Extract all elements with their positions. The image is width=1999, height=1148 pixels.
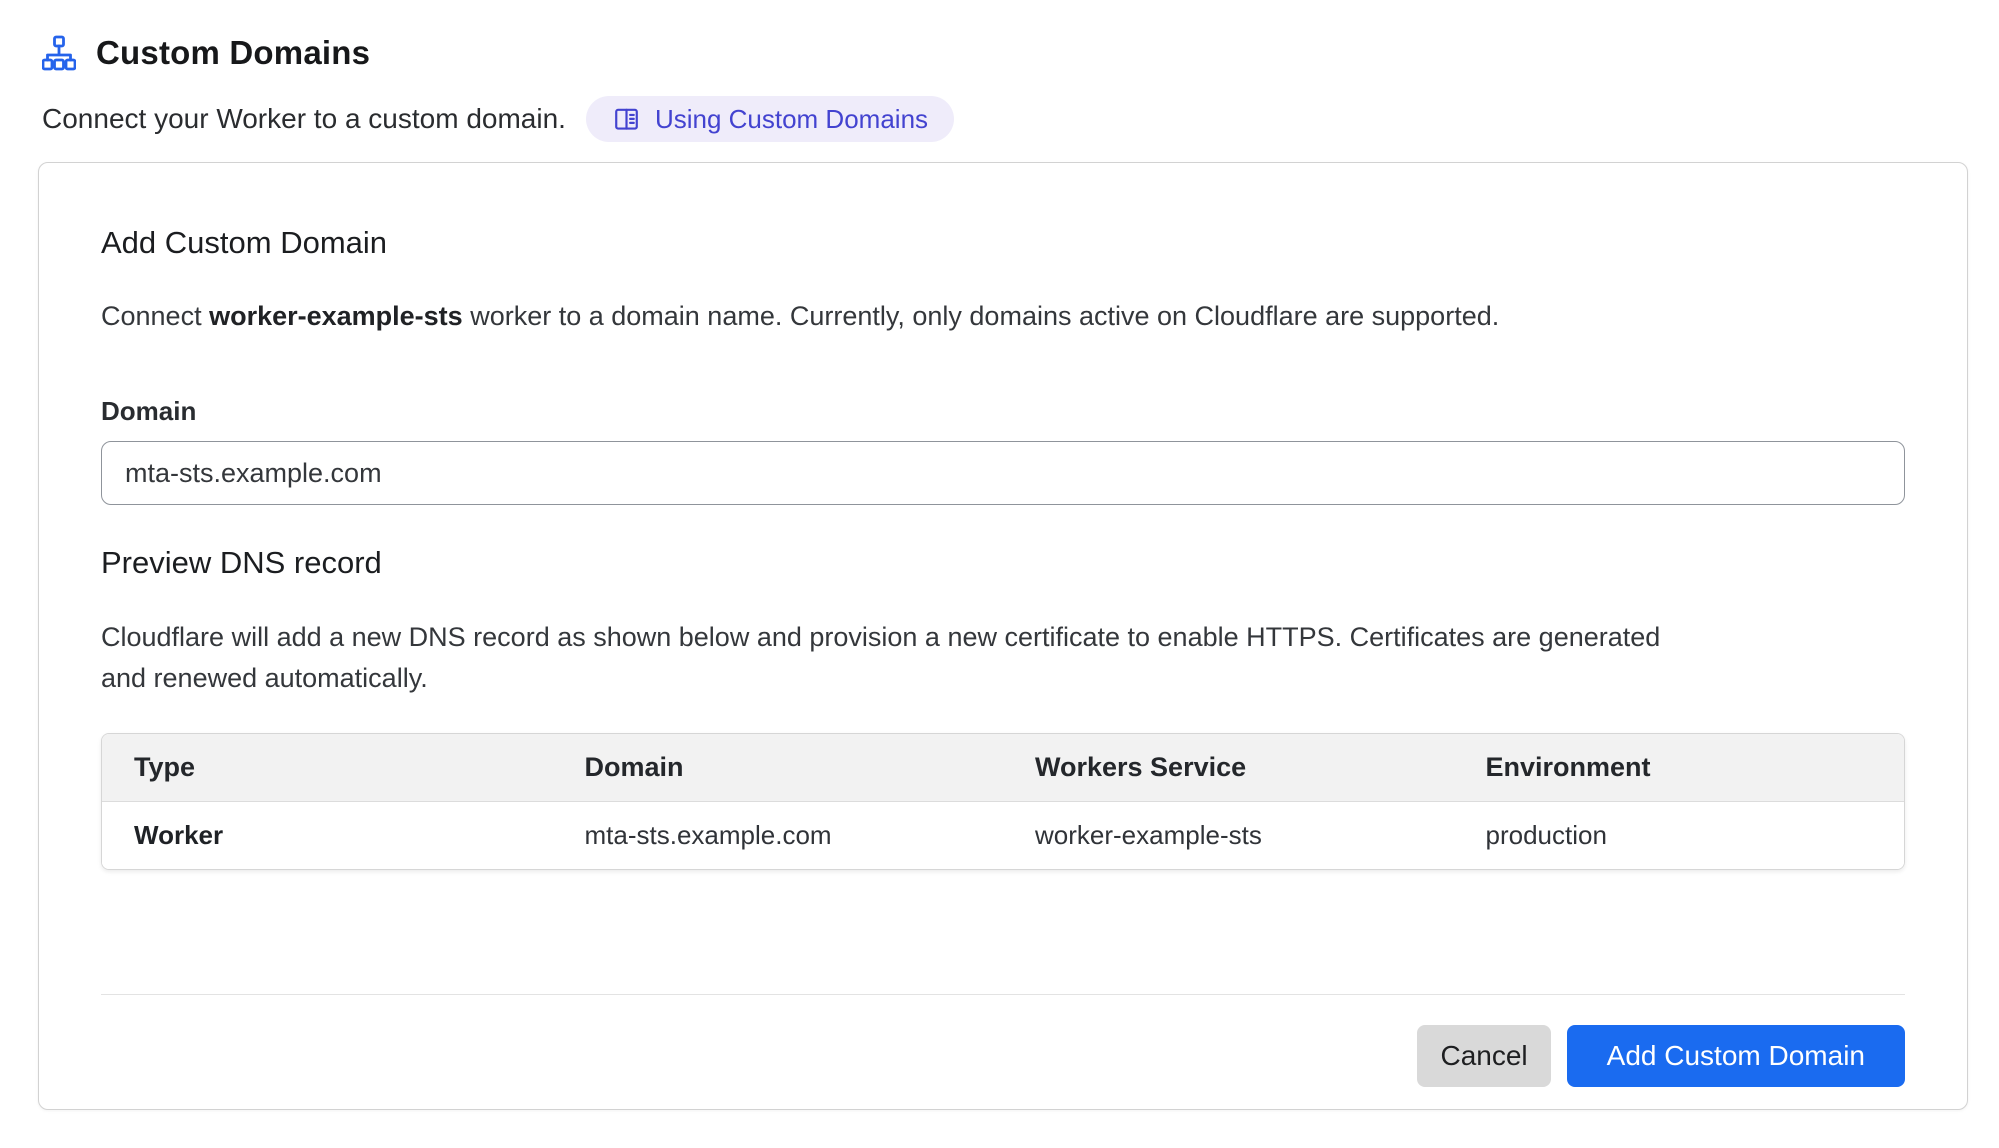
worker-name: worker-example-sts [209,301,463,331]
column-header-workers-service: Workers Service [1003,752,1454,783]
column-header-environment: Environment [1454,752,1905,783]
footer-divider [101,994,1905,995]
card-description: Connect worker-example-sts worker to a d… [101,301,1905,332]
preview-dns-heading: Preview DNS record [101,545,1905,581]
description-suffix: worker to a domain name. Currently, only… [463,301,1500,331]
table-row: Worker mta-sts.example.com worker-exampl… [102,802,1904,869]
description-prefix: Connect [101,301,209,331]
cell-workers-service: worker-example-sts [1003,820,1454,851]
cancel-button[interactable]: Cancel [1417,1025,1550,1087]
page-header: Custom Domains Connect your Worker to a … [0,0,1999,142]
cell-environment: production [1454,820,1905,851]
subtitle-row: Connect your Worker to a custom domain. … [42,96,1999,142]
domain-field-label: Domain [101,396,1905,427]
sitemap-icon [42,35,76,71]
book-open-icon [612,105,641,134]
cell-type: Worker [102,820,553,851]
cell-domain: mta-sts.example.com [553,820,1004,851]
docs-link-badge[interactable]: Using Custom Domains [586,96,954,142]
title-row: Custom Domains [42,34,1999,72]
page-title: Custom Domains [96,34,370,72]
domain-input[interactable] [101,441,1905,505]
dns-preview-table: Type Domain Workers Service Environment … [101,733,1905,870]
column-header-domain: Domain [553,752,1004,783]
add-custom-domain-card: Add Custom Domain Connect worker-example… [38,162,1968,1110]
column-header-type: Type [102,752,553,783]
page-subtitle: Connect your Worker to a custom domain. [42,103,566,135]
add-custom-domain-button[interactable]: Add Custom Domain [1567,1025,1905,1087]
preview-dns-description: Cloudflare will add a new DNS record as … [101,617,1671,699]
card-heading: Add Custom Domain [101,225,1905,261]
table-header-row: Type Domain Workers Service Environment [102,734,1904,802]
docs-link-label: Using Custom Domains [655,104,928,135]
footer-actions: Cancel Add Custom Domain [101,1025,1905,1087]
